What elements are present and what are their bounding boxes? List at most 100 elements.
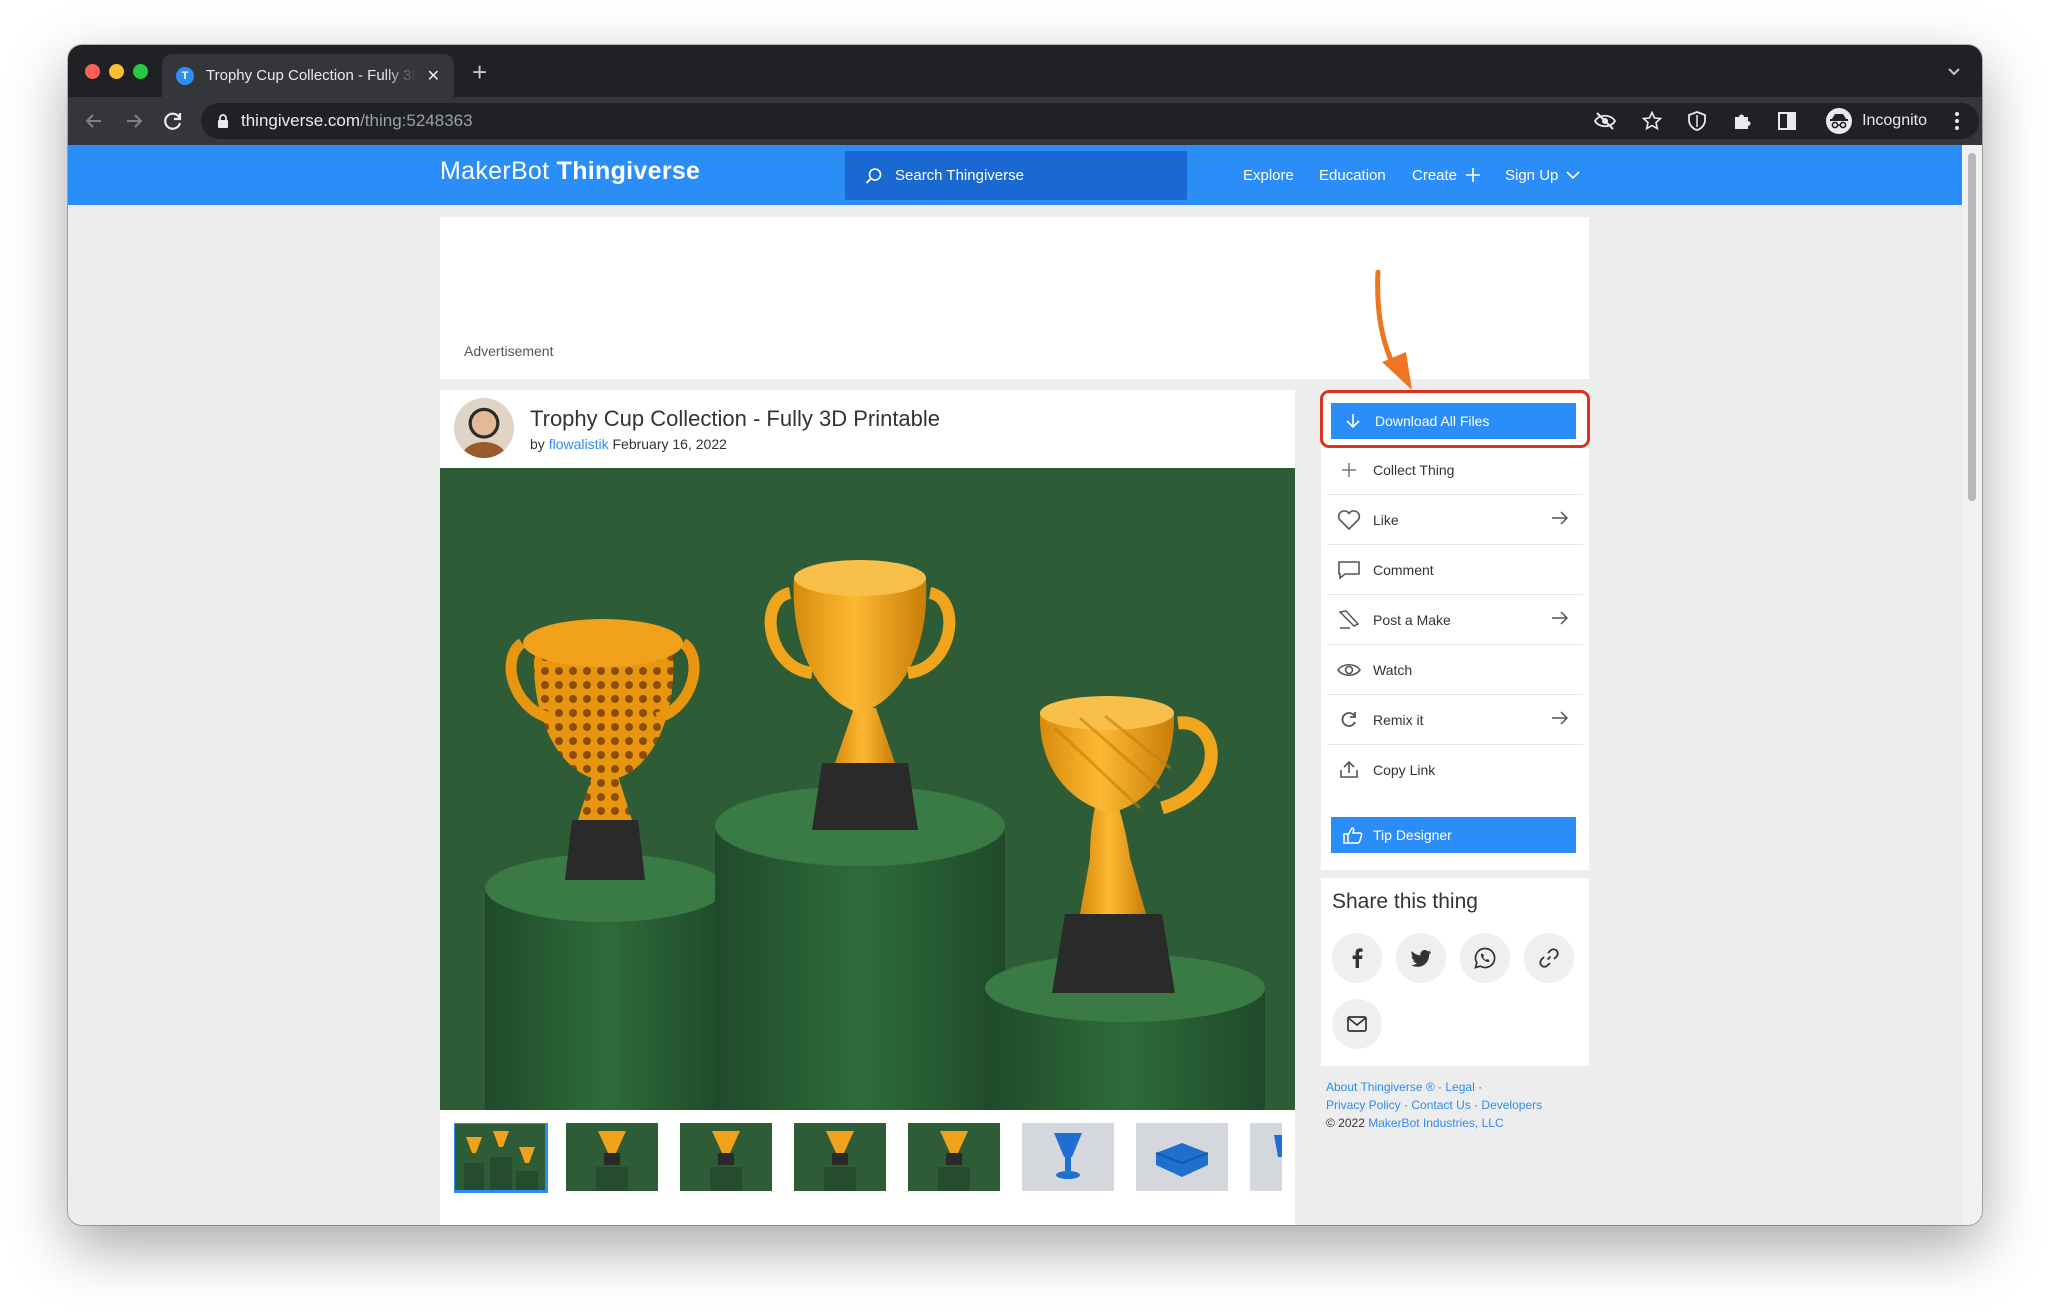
nav-signup[interactable]: Sign Up — [1505, 145, 1580, 205]
maximize-window-button[interactable] — [133, 64, 148, 79]
nav-signup-label: Sign Up — [1505, 166, 1559, 184]
link-icon[interactable] — [1524, 933, 1574, 983]
makerbot-thingiverse-logo[interactable]: MakerBot Thingiverse — [440, 157, 700, 186]
post-a-make-action[interactable]: Post a Make — [1327, 595, 1583, 645]
collect-thing-action[interactable]: Collect Thing — [1327, 445, 1583, 495]
chevron-down-icon — [1566, 171, 1580, 180]
thumbnail-strip — [454, 1123, 1282, 1195]
arrow-right-icon — [1552, 711, 1569, 725]
thumbnail-8[interactable] — [1250, 1123, 1282, 1191]
eye-slash-icon[interactable] — [1594, 112, 1617, 130]
lock-icon[interactable] — [217, 113, 229, 129]
puzzle-extensions-icon[interactable] — [1732, 111, 1752, 131]
incognito-profile-button[interactable]: Incognito — [1822, 106, 1941, 136]
scrollbar-thumb[interactable] — [1968, 153, 1976, 501]
separator: · — [1438, 1080, 1443, 1094]
more-menu-icon[interactable] — [1955, 112, 1959, 130]
close-tab-icon[interactable]: ✕ — [427, 66, 440, 86]
heart-icon — [1337, 509, 1361, 530]
close-window-button[interactable] — [85, 64, 100, 79]
share-panel: Share this thing — [1321, 878, 1589, 1066]
arrow-right-icon — [1552, 611, 1569, 625]
developers-link[interactable]: Developers — [1481, 1098, 1542, 1112]
privacy-policy-link[interactable]: Privacy Policy — [1326, 1098, 1401, 1112]
thing-card: Trophy Cup Collection - Fully 3D Printab… — [440, 390, 1295, 1225]
side-panel-icon[interactable] — [1778, 112, 1797, 130]
whatsapp-icon[interactable] — [1460, 933, 1510, 983]
comment-label: Comment — [1373, 561, 1434, 578]
separator: · — [1474, 1098, 1479, 1112]
address-bar[interactable]: thingiverse.com/thing:5248363 Incognito — [201, 103, 1979, 139]
tab-search-chevron-icon[interactable] — [1946, 63, 1962, 79]
thumbs-up-icon — [1343, 827, 1363, 844]
collect-thing-label: Collect Thing — [1373, 461, 1455, 478]
incognito-label: Incognito — [1862, 112, 1927, 129]
site-header: MakerBot Thingiverse Search Thingiverse … — [68, 145, 1962, 205]
browser-window: T Trophy Cup Collection - Fully 3D Print… — [68, 45, 1982, 1225]
page-viewport: MakerBot Thingiverse Search Thingiverse … — [68, 145, 1962, 1225]
back-arrow-icon[interactable] — [82, 109, 106, 133]
site-footer: About Thingiverse ® · Legal · Privacy Po… — [1326, 1078, 1542, 1132]
author-avatar[interactable] — [454, 398, 514, 458]
remix-it-action[interactable]: Remix it — [1327, 695, 1583, 745]
publish-date: February 16, 2022 — [612, 436, 727, 452]
url-host: thingiverse.com — [241, 111, 361, 130]
makerbot-link[interactable]: MakerBot Industries, LLC — [1368, 1116, 1503, 1130]
thumbnail-1[interactable] — [454, 1123, 548, 1193]
plus-icon — [1466, 168, 1481, 182]
share-title: Share this thing — [1332, 890, 1478, 913]
nav-create[interactable]: Create — [1412, 145, 1481, 205]
by-label: by — [530, 436, 545, 452]
contact-us-link[interactable]: Contact Us — [1411, 1098, 1470, 1112]
like-label: Like — [1373, 511, 1399, 528]
thumbnail-5[interactable] — [908, 1123, 1000, 1191]
share-icon — [1337, 761, 1361, 779]
tip-designer-button[interactable]: Tip Designer — [1331, 817, 1576, 853]
thumbnail-6[interactable] — [1022, 1123, 1114, 1191]
reload-icon[interactable] — [161, 109, 185, 133]
browser-tab[interactable]: T Trophy Cup Collection - Fully 3D Print… — [162, 54, 454, 97]
twitter-icon[interactable] — [1396, 933, 1446, 983]
copy-link-label: Copy Link — [1373, 762, 1436, 778]
post-a-make-label: Post a Make — [1373, 611, 1451, 628]
copy-link-action[interactable]: Copy Link — [1327, 745, 1583, 795]
thumbnail-2[interactable] — [566, 1123, 658, 1191]
advertisement-label: Advertisement — [464, 343, 554, 359]
thumbnail-7[interactable] — [1136, 1123, 1228, 1191]
thing-title: Trophy Cup Collection - Fully 3D Printab… — [530, 406, 941, 431]
url-text: thingiverse.com/thing:5248363 — [241, 111, 473, 131]
download-highlight-box — [1320, 390, 1590, 448]
minimize-window-button[interactable] — [109, 64, 124, 79]
thumbnail-4[interactable] — [794, 1123, 886, 1191]
remix-icon — [1337, 711, 1361, 729]
thingiverse-favicon-icon: T — [176, 66, 194, 85]
eye-icon — [1337, 662, 1361, 678]
author-link[interactable]: flowalistik — [549, 436, 609, 452]
star-icon[interactable] — [1642, 111, 1663, 131]
hero-image[interactable] — [440, 468, 1295, 1110]
arrow-right-icon — [1552, 511, 1569, 525]
logo-thingiverse: Thingiverse — [556, 157, 701, 185]
email-icon[interactable] — [1332, 999, 1382, 1049]
facebook-icon[interactable] — [1332, 933, 1382, 983]
nav-education[interactable]: Education — [1319, 145, 1386, 205]
tab-title: Trophy Cup Collection - Fully 3D Printab… — [206, 67, 416, 84]
shield-extension-icon[interactable] — [1688, 111, 1706, 131]
watch-action[interactable]: Watch — [1327, 645, 1583, 695]
legal-link[interactable]: Legal — [1445, 1080, 1474, 1094]
annotation-arrow-icon — [1375, 270, 1412, 390]
nav-explore[interactable]: Explore — [1243, 145, 1294, 205]
tip-designer-label: Tip Designer — [1373, 827, 1452, 843]
search-placeholder: Search Thingiverse — [895, 167, 1024, 184]
copyright-text: © 2022 — [1326, 1116, 1365, 1130]
site-search-input[interactable]: Search Thingiverse — [845, 151, 1187, 200]
like-action[interactable]: Like — [1327, 495, 1583, 545]
page-scrollbar[interactable] — [1962, 145, 1982, 1225]
comment-action[interactable]: Comment — [1327, 545, 1583, 595]
forward-arrow-icon[interactable] — [122, 109, 146, 133]
thumbnail-3[interactable] — [680, 1123, 772, 1191]
about-link[interactable]: About Thingiverse ® — [1326, 1080, 1435, 1094]
new-tab-button[interactable]: + — [472, 59, 487, 85]
incognito-icon — [1826, 108, 1853, 134]
comment-icon — [1337, 560, 1361, 580]
